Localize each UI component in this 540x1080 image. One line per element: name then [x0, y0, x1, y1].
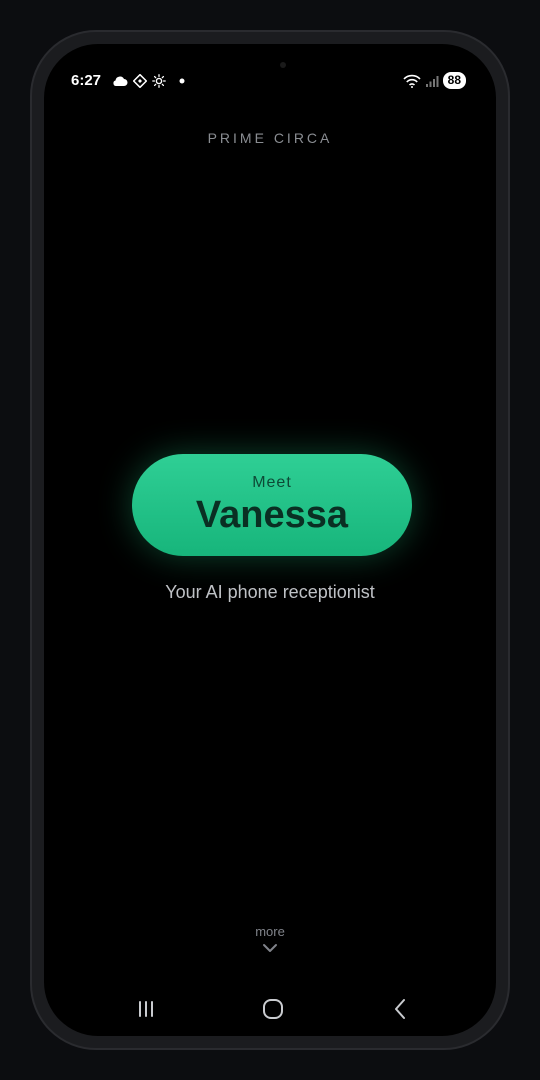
recent-apps-button[interactable] — [121, 989, 171, 1029]
wifi-icon — [403, 74, 421, 88]
brightness-icon — [152, 74, 166, 88]
phone-frame: 6:27 88 PRIME CIRCA Meet Vanessa Your AI… — [30, 30, 510, 1050]
cloud-icon — [113, 76, 128, 86]
signal-icon — [425, 75, 439, 87]
status-icons-left — [112, 74, 187, 88]
status-time: 6:27 — [71, 72, 102, 89]
brand-title: PRIME CIRCA — [207, 130, 333, 146]
meet-label: Meet — [252, 474, 292, 491]
back-button[interactable] — [375, 989, 425, 1029]
screen: 6:27 88 PRIME CIRCA Meet Vanessa Your AI… — [44, 44, 496, 1036]
dot-icon — [179, 78, 185, 84]
assistant-name: Vanessa — [195, 494, 349, 536]
battery-indicator: 88 — [442, 72, 466, 89]
diamond-app-icon — [133, 74, 147, 88]
chevron-down-icon — [263, 944, 277, 952]
status-bar: 6:27 88 — [44, 66, 496, 106]
navigation-bar — [44, 989, 496, 1029]
back-icon — [395, 999, 405, 1019]
recent-apps-icon — [139, 1001, 153, 1017]
more-label: more — [255, 924, 285, 939]
more-button[interactable]: more — [44, 924, 496, 953]
home-icon — [263, 999, 283, 1019]
home-button[interactable] — [248, 989, 298, 1029]
meet-vanessa-button[interactable]: Meet Vanessa — [132, 454, 412, 556]
tagline: Your AI phone receptionist — [165, 582, 375, 602]
status-icons-right: 88 — [403, 72, 466, 89]
